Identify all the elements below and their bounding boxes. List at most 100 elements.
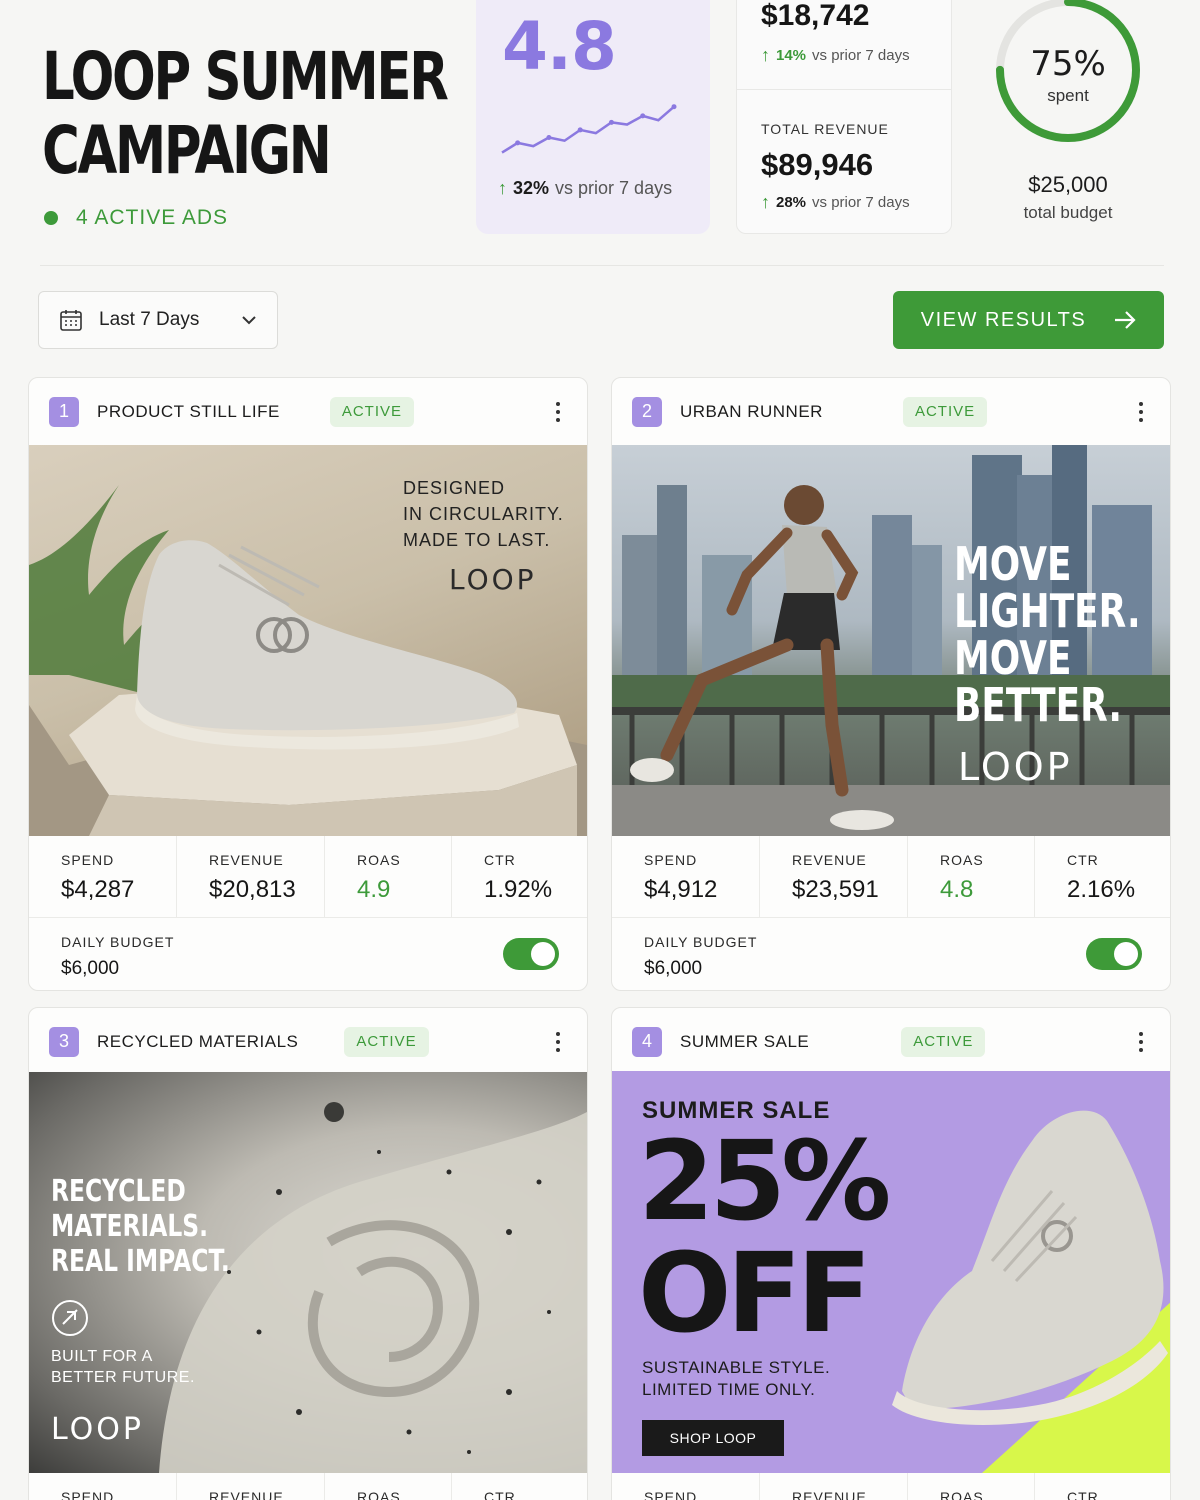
creative-headline: DESIGNED IN CIRCULARITY. MADE TO LAST. — [403, 475, 564, 553]
stat-roas: ROAS — [325, 1473, 452, 1500]
budget-spent-pct: 75% — [1030, 44, 1106, 84]
spend-delta: ↑ 14% vs prior 7 days — [761, 45, 910, 66]
ad-card-header: 4 SUMMER SALE ACTIVE — [612, 1008, 1170, 1075]
ad-card-product-still-life: 1 PRODUCT STILL LIFE ACTIVE DESIGNED IN … — [28, 377, 588, 991]
chevron-down-icon — [242, 316, 256, 325]
daily-budget: DAILY BUDGET $6,000 — [61, 934, 174, 980]
date-range-value: Last 7 Days — [99, 309, 200, 330]
ad-active-toggle[interactable] — [503, 938, 559, 970]
ad-stats: SPEND REVENUE ROAS CTR — [29, 1473, 587, 1500]
status-badge: ACTIVE — [901, 1026, 986, 1057]
view-results-label: VIEW RESULTS — [920, 308, 1087, 331]
creative-line2: MATERIALS. — [51, 1209, 209, 1244]
sparkline-point — [546, 134, 552, 140]
creative-headline: MOVE LIGHTER. MOVE BETTER. — [954, 541, 1141, 729]
ad-creative-image: SUMMER SALE 25% OFF SUSTAINABLE STYLE. L… — [612, 1071, 1170, 1473]
spend-value: $18,742 — [761, 0, 870, 32]
active-ads-label: 4 ACTIVE ADS — [76, 206, 229, 229]
revenue-delta-vs: vs prior 7 days — [812, 194, 910, 211]
sparkline-path — [501, 105, 675, 154]
creative-subline: SUSTAINABLE STYLE. LIMITED TIME ONLY. — [642, 1357, 830, 1401]
creative-line1: RECYCLED — [51, 1174, 186, 1209]
sparkline-point — [515, 140, 521, 146]
creative-headline: RECYCLED MATERIALS. REAL IMPACT. — [51, 1174, 230, 1279]
stat-spend: SPEND — [29, 1473, 177, 1500]
active-ads-indicator: 4 ACTIVE ADS — [44, 206, 228, 230]
ad-card-recycled-materials: 3 RECYCLED MATERIALS ACTIVE RECYCLED MAT… — [28, 1007, 588, 1500]
creative-sub2: BETTER FUTURE. — [51, 1369, 195, 1386]
status-badge: ACTIVE — [344, 1026, 429, 1057]
creative-sub1: SUSTAINABLE STYLE. — [642, 1358, 831, 1377]
calendar-icon — [60, 310, 82, 331]
creative-line2: IN CIRCULARITY. — [403, 504, 564, 524]
date-range-select[interactable]: Last 7 Days — [38, 291, 278, 349]
creative-line3: MOVE — [954, 631, 1072, 685]
status-badge: ACTIVE — [329, 396, 415, 427]
stat-roas: ROAS 4.8 — [908, 836, 1035, 917]
stat-ctr: CTR — [1067, 1489, 1099, 1500]
stat-revenue: REVENUE $23,591 — [760, 836, 908, 917]
view-results-button[interactable]: VIEW RESULTS — [893, 291, 1164, 349]
creative-line4: BETTER. — [954, 678, 1123, 732]
sparkline-point — [640, 113, 646, 119]
rating-sparkline — [501, 104, 677, 154]
ad-number-badge: 3 — [49, 1026, 79, 1057]
campaign-title-line1: LOOP SUMMER — [42, 38, 449, 115]
creative-line3: REAL IMPACT. — [51, 1244, 230, 1279]
campaign-title-line2: CAMPAIGN — [42, 112, 332, 189]
more-options-icon[interactable] — [555, 1032, 561, 1052]
ad-name: RECYCLED MATERIALS — [97, 1031, 299, 1051]
creative-big2: OFF — [638, 1229, 872, 1357]
creative-line2: LIGHTER. — [954, 584, 1141, 638]
more-options-icon[interactable] — [1138, 1032, 1144, 1052]
daily-budget-label: DAILY BUDGET — [644, 934, 758, 950]
sparkline-point — [671, 104, 677, 110]
spend-delta-vs: vs prior 7 days — [812, 47, 910, 64]
creative-line1: DESIGNED — [403, 478, 506, 498]
up-arrow-icon: ↑ — [761, 45, 770, 65]
total-revenue-label: TOTAL REVENUE — [761, 121, 889, 137]
ad-card-header: 3 RECYCLED MATERIALS ACTIVE — [29, 1008, 587, 1075]
ad-card-summer-sale: 4 SUMMER SALE ACTIVE SUMMER SALE 25% OFF… — [611, 1007, 1171, 1500]
revenue-delta-pct: 28% — [776, 194, 807, 211]
creative-discount: 25% OFF — [638, 1117, 891, 1357]
campaign-title: LOOP SUMMER CAMPAIGN — [42, 38, 449, 189]
ad-creative-image: DESIGNED IN CIRCULARITY. MADE TO LAST. L… — [29, 445, 587, 836]
shop-loop-button[interactable]: SHOP LOOP — [642, 1420, 784, 1456]
creative-sub1: BUILT FOR A — [51, 1348, 153, 1365]
stat-spend: SPEND $4,287 — [29, 836, 177, 917]
stat-ctr: CTR — [484, 1489, 516, 1500]
creative-line3: MADE TO LAST. — [403, 530, 551, 550]
more-options-icon[interactable] — [1138, 402, 1144, 422]
ad-number-badge: 1 — [49, 396, 79, 427]
ad-card-header: 2 URBAN RUNNER ACTIVE — [612, 378, 1170, 445]
stat-revenue: REVENUE — [760, 1473, 908, 1500]
creative-line1: MOVE — [954, 537, 1072, 591]
budget-total: $25,000 — [1028, 172, 1108, 197]
rating-card: 4.8 ↑ 32% vs prior 7 days — [476, 0, 710, 234]
ad-number-badge: 4 — [632, 1026, 662, 1057]
stat-roas: ROAS — [908, 1473, 1035, 1500]
ad-active-toggle[interactable] — [1086, 938, 1142, 970]
up-arrow-icon: ↑ — [761, 192, 770, 212]
daily-budget-value: $6,000 — [61, 958, 120, 979]
stat-spend: SPEND $4,912 — [612, 836, 760, 917]
ad-stats: SPEND REVENUE ROAS CTR — [612, 1473, 1170, 1500]
ad-stats: SPEND $4,287 REVENUE $20,813 ROAS 4.9 CTR 1.… — [29, 836, 587, 918]
more-options-icon[interactable] — [555, 402, 561, 422]
ad-card-urban-runner: 2 URBAN RUNNER ACTIVE MOVE LIGHTER. MOVE… — [611, 377, 1171, 991]
rating-delta-pct: 32% — [513, 178, 550, 198]
creative-sub2: LIMITED TIME ONLY. — [642, 1380, 816, 1399]
status-badge: ACTIVE — [902, 396, 988, 427]
creative-big1: 25% — [638, 1117, 891, 1245]
rating-delta: ↑ 32% vs prior 7 days — [498, 178, 672, 199]
budget-spent-label: spent — [1047, 86, 1089, 105]
stat-spend: SPEND — [612, 1473, 760, 1500]
header-divider — [40, 265, 1164, 266]
ad-name: SUMMER SALE — [680, 1031, 810, 1051]
ad-stats: SPEND $4,912 REVENUE $23,591 ROAS 4.8 CTR 2.… — [612, 836, 1170, 918]
budget-total-label: total budget — [1023, 203, 1113, 222]
rating-delta-vs: vs prior 7 days — [555, 178, 673, 198]
creative-subline: BUILT FOR A BETTER FUTURE. — [51, 1346, 195, 1388]
loop-logo: LOOP — [449, 563, 537, 596]
